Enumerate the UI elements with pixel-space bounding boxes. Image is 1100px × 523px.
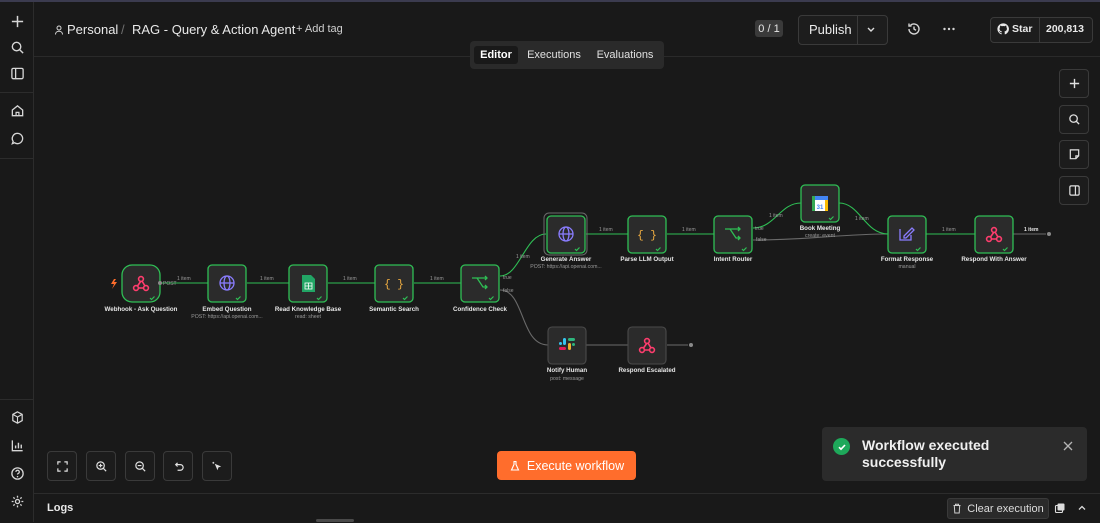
fit-view-button[interactable] <box>47 451 77 481</box>
node-subtitle: read: sheet <box>295 314 322 320</box>
sheets-icon <box>302 275 315 292</box>
node-label: Webhook - Ask Question <box>105 306 178 313</box>
edge-label: false <box>503 288 514 294</box>
node-label: Generate Answer <box>541 256 592 263</box>
clear-execution-button[interactable]: Clear execution <box>947 498 1049 519</box>
svg-text:31: 31 <box>817 205 824 211</box>
node-parse-llm-output[interactable]: { } <box>627 215 667 254</box>
popout-icon[interactable] <box>1054 502 1066 514</box>
edge-label: 1 item <box>599 227 613 233</box>
node-label: Format Response <box>881 256 934 263</box>
node-label: Parse LLM Output <box>620 256 673 263</box>
node-label: Embed Question <box>202 306 251 313</box>
code-icon: { } <box>637 230 657 242</box>
node-label: Intent Router <box>714 256 753 263</box>
search-nodes-button[interactable] <box>1059 105 1089 134</box>
search-icon <box>1068 114 1080 125</box>
undo-button[interactable] <box>163 451 193 481</box>
execute-workflow-label: Execute workflow <box>526 458 625 473</box>
sticky-note-button[interactable] <box>1059 140 1089 169</box>
undo-icon <box>174 461 184 471</box>
node-respond-escalated[interactable] <box>627 326 667 365</box>
edge-confidence-notify <box>499 289 549 346</box>
node-subtitle: manual <box>898 264 915 270</box>
edge-label: 1 item <box>260 276 274 282</box>
node-format-response[interactable] <box>887 215 927 254</box>
node-label: Semantic Search <box>369 306 419 313</box>
zoom-in-button[interactable] <box>86 451 116 481</box>
add-node-handle[interactable] <box>689 343 693 347</box>
clear-execution-label: Clear execution <box>967 502 1044 515</box>
node-book-meeting[interactable]: 31 <box>800 184 840 223</box>
zoom-out-button[interactable] <box>125 451 155 481</box>
node-label: Confidence Check <box>453 306 508 313</box>
edge-label: 1 item <box>430 276 444 282</box>
node-subtitle: post: message <box>550 376 584 382</box>
node-confidence-check[interactable] <box>460 264 500 303</box>
add-node-button[interactable] <box>1059 69 1089 98</box>
node-embed-question[interactable] <box>207 264 247 303</box>
edge-label: 1 item <box>942 227 956 233</box>
note-icon <box>1069 149 1079 160</box>
logs-label: Logs <box>47 502 74 514</box>
node-subtitle: create: event <box>805 233 836 239</box>
node-generate-answer[interactable] <box>543 212 588 256</box>
execute-workflow-button[interactable]: Execute workflow <box>497 451 636 480</box>
node-subtitle: POST: https://api.openai.com... <box>530 264 602 270</box>
edge-label: 1 item <box>682 227 696 233</box>
code-icon: { } <box>384 279 404 291</box>
fit-view-icon <box>56 460 68 472</box>
node-read-knowledge-base[interactable] <box>288 264 328 303</box>
calendar-icon: 31 <box>812 196 828 211</box>
trigger-bolt-icon <box>111 279 117 289</box>
edge-label: 1 item <box>1024 227 1039 233</box>
edge-label: POST <box>163 281 177 287</box>
node-subtitle: POST: https://api.openai.com... <box>191 314 263 320</box>
edge-label: false <box>756 237 767 243</box>
close-icon[interactable] <box>1062 440 1074 452</box>
node-semantic-search[interactable]: { } <box>374 264 414 303</box>
node-label: Respond Escalated <box>618 367 675 374</box>
toast-message: Workflow executed successfully <box>862 437 990 470</box>
logs-bar[interactable]: Logs Clear execution <box>34 493 1100 523</box>
node-label: Read Knowledge Base <box>275 306 342 313</box>
plus-icon <box>1069 78 1079 89</box>
edge-label: 1 item <box>177 276 191 282</box>
zoom-in-icon <box>95 460 107 472</box>
node-label: Respond With Answer <box>961 256 1027 263</box>
success-toast: Workflow executed successfully <box>822 427 1087 481</box>
edge-label: 1 item <box>855 216 869 222</box>
edge-label: 1 item <box>516 254 530 260</box>
edge-label: true <box>503 275 512 281</box>
flask-icon <box>510 460 520 471</box>
node-webhook[interactable] <box>121 264 162 303</box>
edge-label: 1 item <box>769 213 783 219</box>
node-label: Notify Human <box>547 367 587 374</box>
node-respond-with-answer[interactable] <box>974 215 1014 254</box>
zoom-out-icon <box>134 460 146 472</box>
tidy-up-button[interactable] <box>202 451 232 481</box>
side-panel-button[interactable] <box>1059 176 1089 205</box>
cursor-sparkle-icon <box>211 461 221 470</box>
add-node-handle[interactable] <box>1047 232 1051 236</box>
check-circle-icon <box>833 438 850 455</box>
edge-label: true <box>755 226 764 232</box>
panel-icon <box>1068 185 1080 196</box>
node-label: Book Meeting <box>800 225 841 232</box>
edge-label: 1 item <box>343 276 357 282</box>
node-intent-router[interactable] <box>713 215 753 254</box>
chevron-up-icon[interactable] <box>1077 503 1087 513</box>
trash-icon <box>953 503 961 514</box>
node-notify-human[interactable] <box>547 326 587 365</box>
